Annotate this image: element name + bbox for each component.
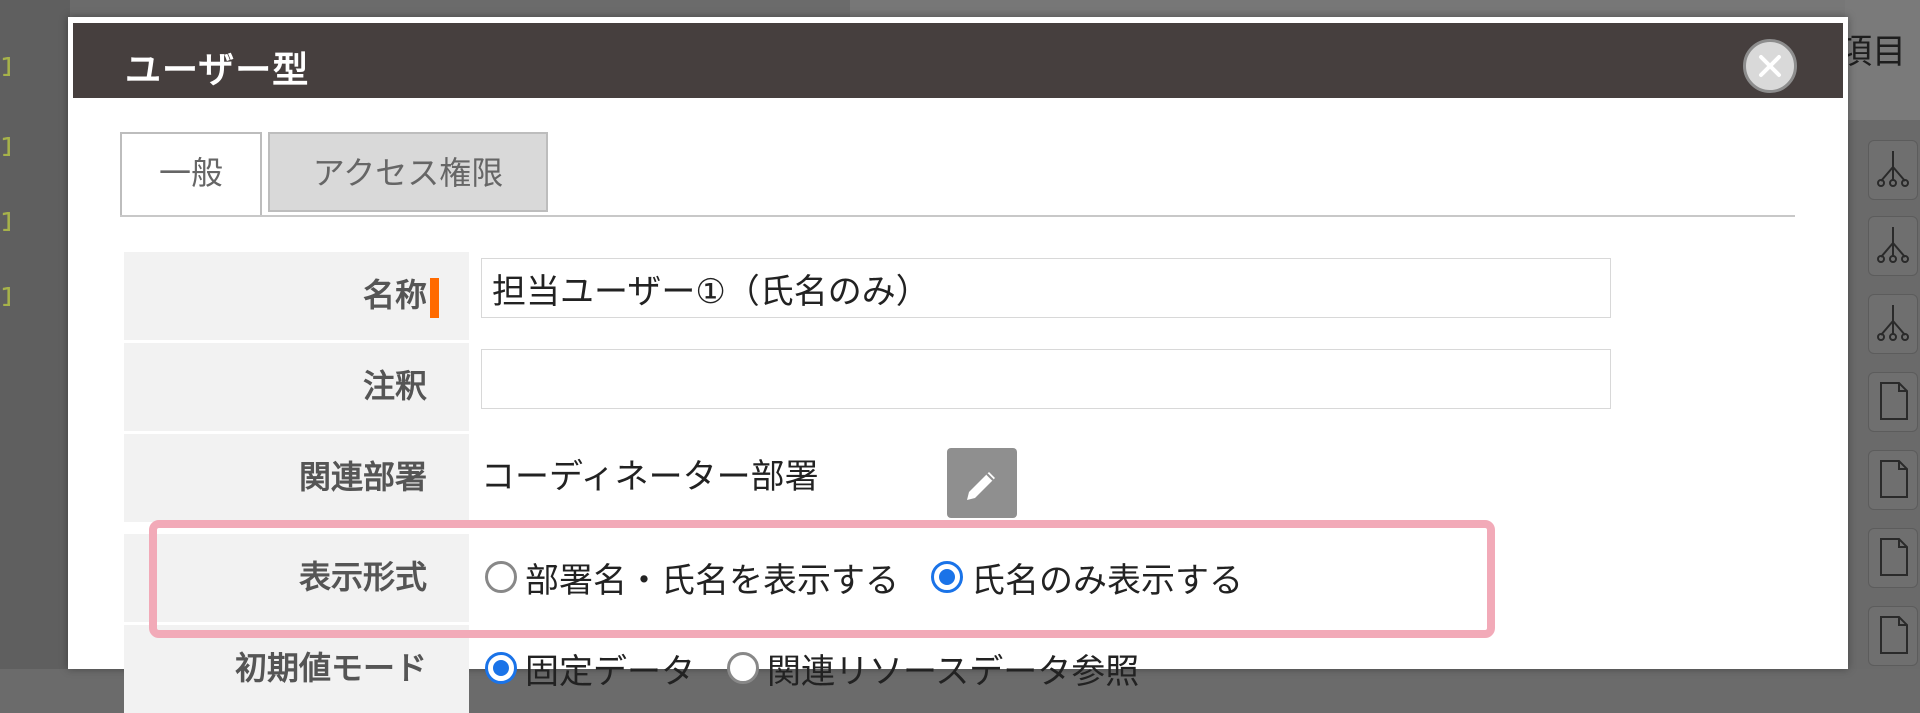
note-input[interactable] xyxy=(481,349,1611,409)
document-icon xyxy=(1868,606,1918,666)
note-label: 注釈 xyxy=(362,367,427,405)
background-column-title: 項目 xyxy=(1838,32,1906,72)
tree-icon xyxy=(1868,294,1918,354)
department-label: 関連部署 xyxy=(298,458,427,496)
department-value: コーディネーター部署 xyxy=(481,457,819,497)
radio-label[interactable]: 固定データ xyxy=(525,644,695,693)
label-cell: 初期値モード xyxy=(124,625,469,713)
label-cell: 名称 xyxy=(124,252,469,340)
tree-icon xyxy=(1868,140,1918,200)
radio-related-resource[interactable] xyxy=(727,652,759,684)
form-row-name: 名称 xyxy=(124,252,1784,340)
close-button[interactable] xyxy=(1743,39,1797,93)
form-row-initial-mode: 初期値モード 固定データ 関連リソースデータ参照 xyxy=(124,625,1784,713)
dialog-title: ユーザー型 xyxy=(125,50,310,91)
form-row-department: 関連部署 コーディネーター部署 xyxy=(124,434,1784,522)
radio-fixed-data[interactable] xyxy=(485,652,517,684)
background-mark: 1 xyxy=(0,55,10,81)
label-cell: 関連部署 xyxy=(124,434,469,522)
tab-general[interactable]: 一般 xyxy=(120,132,262,216)
required-marker xyxy=(430,278,439,318)
close-icon xyxy=(1759,55,1781,77)
background-mark: 1 xyxy=(0,210,10,236)
tab-divider xyxy=(120,215,1795,217)
document-icon xyxy=(1868,372,1918,432)
background-toolbar xyxy=(850,0,1850,18)
tab-access-rights[interactable]: アクセス権限 xyxy=(268,132,548,212)
highlight-box xyxy=(149,520,1495,638)
pencil-icon xyxy=(967,472,995,500)
edit-department-button[interactable] xyxy=(947,448,1017,518)
background-mark: 1 xyxy=(0,135,10,161)
radio-label[interactable]: 関連リソースデータ参照 xyxy=(767,644,1139,693)
dialog-titlebar: ユーザー型 xyxy=(73,23,1843,98)
document-icon xyxy=(1868,528,1918,588)
label-cell: 注釈 xyxy=(124,343,469,431)
name-input[interactable] xyxy=(481,258,1611,318)
form-row-note: 注釈 xyxy=(124,343,1784,431)
tree-icon xyxy=(1868,216,1918,276)
background-left-panel: 1 1 1 1 xyxy=(0,0,70,669)
name-label: 名称 xyxy=(362,276,427,314)
background-mark: 1 xyxy=(0,285,10,311)
document-icon xyxy=(1868,450,1918,510)
